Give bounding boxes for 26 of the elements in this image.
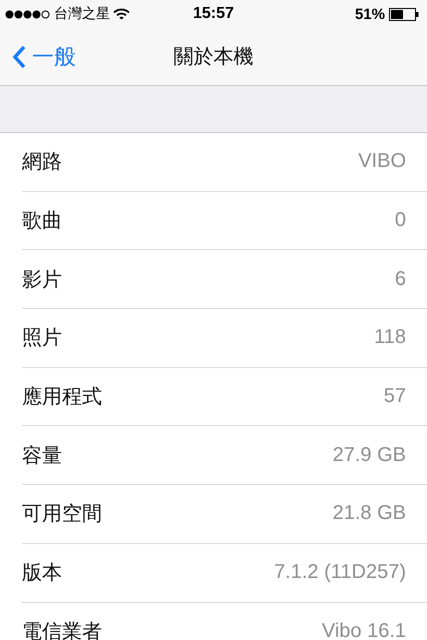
row-value: VIBO — [358, 150, 406, 174]
row-label: 歌曲 — [22, 209, 62, 234]
row-label: 容量 — [22, 444, 62, 469]
row-value: Vibo 16.1 — [322, 620, 406, 640]
battery-percent: 51% — [354, 6, 385, 22]
page-title: 關於本機 — [174, 45, 254, 70]
row-value: 7.1.2 (11D257) — [274, 561, 406, 584]
row-value: 57 — [384, 385, 406, 408]
row-value: 21.8 GB — [332, 502, 406, 526]
row-value: 27.9 GB — [332, 444, 406, 467]
row-value: 6 — [394, 268, 406, 291]
row-label: 可用空間 — [22, 502, 102, 528]
signal-icon — [5, 10, 51, 18]
chevron-left-icon — [12, 44, 26, 68]
row-value: 0 — [394, 209, 406, 232]
row-label: 版本 — [22, 561, 62, 586]
row-value: 118 — [374, 326, 406, 350]
row-label: 影片 — [22, 268, 62, 293]
carrier-name: 台灣之星 — [54, 5, 110, 23]
row-label: 網路 — [22, 150, 62, 176]
row-label: 照片 — [22, 326, 62, 352]
battery-icon — [389, 8, 419, 20]
clock-time: 15:57 — [193, 5, 234, 23]
back-button[interactable]: 一般 — [0, 42, 76, 72]
row-label: 應用程式 — [22, 385, 102, 410]
wifi-icon — [113, 8, 130, 20]
